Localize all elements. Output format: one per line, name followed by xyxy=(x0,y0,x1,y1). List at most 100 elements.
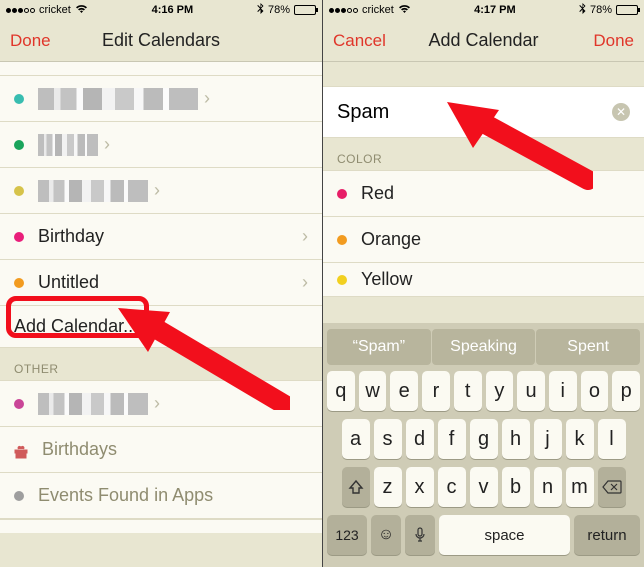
signal-dots-icon xyxy=(329,8,358,13)
key-r[interactable]: r xyxy=(422,371,450,411)
color-option-red[interactable]: Red xyxy=(323,171,644,217)
key-z[interactable]: z xyxy=(374,467,402,507)
done-button[interactable]: Done xyxy=(10,31,70,51)
key-w[interactable]: w xyxy=(359,371,387,411)
calendar-label: Birthday xyxy=(38,226,296,247)
key-x[interactable]: x xyxy=(406,467,434,507)
nav-bar: Done Edit Calendars xyxy=(0,20,322,62)
key-n[interactable]: n xyxy=(534,467,562,507)
key-h[interactable]: h xyxy=(502,419,530,459)
key-m[interactable]: m xyxy=(566,467,594,507)
status-bar: cricket 4:17 PM 78% xyxy=(323,0,644,20)
keyboard: “Spam” Speaking Spent q w e r t y u i o … xyxy=(323,323,644,567)
key-j[interactable]: j xyxy=(534,419,562,459)
redacted-label xyxy=(38,393,148,415)
screenshot-add-calendar: cricket 4:17 PM 78% Cancel Add Calendar … xyxy=(322,0,644,567)
wifi-icon xyxy=(398,4,411,17)
gift-icon xyxy=(14,443,28,457)
color-dot-icon xyxy=(14,278,24,288)
shift-key[interactable] xyxy=(342,467,370,507)
key-p[interactable]: p xyxy=(612,371,640,411)
key-s[interactable]: s xyxy=(374,419,402,459)
backspace-key[interactable] xyxy=(598,467,626,507)
key-c[interactable]: c xyxy=(438,467,466,507)
birthdays-row[interactable]: Birthdays xyxy=(0,427,322,473)
status-time: 4:17 PM xyxy=(474,4,516,16)
color-label: Red xyxy=(361,183,630,204)
bluetooth-icon xyxy=(579,3,586,17)
carrier-label: cricket xyxy=(39,4,71,16)
calendar-label: Untitled xyxy=(38,272,296,293)
events-found-row[interactable]: Events Found in Apps xyxy=(0,473,322,519)
color-label: Orange xyxy=(361,229,630,250)
birthdays-label: Birthdays xyxy=(42,439,308,460)
return-key[interactable]: return xyxy=(574,515,640,555)
color-dot-icon xyxy=(337,235,347,245)
calendar-row[interactable]: › xyxy=(0,76,322,122)
key-y[interactable]: y xyxy=(486,371,514,411)
carrier-label: cricket xyxy=(362,4,394,16)
section-header-other: OTHER xyxy=(0,348,322,381)
chevron-right-icon: › xyxy=(302,272,308,293)
key-t[interactable]: t xyxy=(454,371,482,411)
status-bar: cricket 4:16 PM 78% xyxy=(0,0,322,20)
numbers-key[interactable]: 123 xyxy=(327,515,367,555)
calendar-list: › › › Birthday › Untitled › Add Calendar… xyxy=(0,62,322,533)
key-k[interactable]: k xyxy=(566,419,594,459)
space-key[interactable]: space xyxy=(439,515,570,555)
suggestion-bar: “Spam” Speaking Spent xyxy=(327,329,640,365)
mic-icon xyxy=(414,527,426,543)
clear-input-icon[interactable]: ✕ xyxy=(612,103,630,121)
wifi-icon xyxy=(75,4,88,17)
key-e[interactable]: e xyxy=(390,371,418,411)
calendar-row-birthday[interactable]: Birthday › xyxy=(0,214,322,260)
shift-icon xyxy=(348,479,364,495)
color-dot-icon xyxy=(14,94,24,104)
page-title: Add Calendar xyxy=(393,30,574,51)
add-calendar-button[interactable]: Add Calendar... xyxy=(0,306,322,348)
chevron-right-icon: › xyxy=(302,226,308,247)
calendar-row[interactable]: › xyxy=(0,122,322,168)
events-found-label: Events Found in Apps xyxy=(38,485,308,506)
key-o[interactable]: o xyxy=(581,371,609,411)
key-l[interactable]: l xyxy=(598,419,626,459)
suggestion[interactable]: Speaking xyxy=(432,329,536,365)
input-value: Spam xyxy=(337,101,612,124)
key-a[interactable]: a xyxy=(342,419,370,459)
page-title: Edit Calendars xyxy=(70,30,252,51)
suggestion[interactable]: “Spam” xyxy=(327,329,431,365)
chevron-right-icon: › xyxy=(154,180,160,201)
done-button[interactable]: Done xyxy=(574,31,634,51)
key-b[interactable]: b xyxy=(502,467,530,507)
nav-bar: Cancel Add Calendar Done xyxy=(323,20,644,62)
cancel-button[interactable]: Cancel xyxy=(333,31,393,51)
battery-pct: 78% xyxy=(268,4,290,16)
battery-icon xyxy=(616,5,638,15)
color-option-orange[interactable]: Orange xyxy=(323,217,644,263)
calendar-row[interactable]: › xyxy=(0,381,322,427)
screenshot-edit-calendars: cricket 4:16 PM 78% Done Edit Calendars … xyxy=(0,0,322,567)
suggestion[interactable]: Spent xyxy=(536,329,640,365)
color-dot-icon xyxy=(14,140,24,150)
signal-dots-icon xyxy=(6,8,35,13)
color-dot-icon xyxy=(14,232,24,242)
chevron-right-icon: › xyxy=(204,88,210,109)
color-label: Yellow xyxy=(361,269,630,290)
calendar-row-untitled[interactable]: Untitled › xyxy=(0,260,322,306)
color-option-yellow[interactable]: Yellow xyxy=(323,263,644,297)
emoji-key[interactable]: ☺ xyxy=(371,515,401,555)
key-v[interactable]: v xyxy=(470,467,498,507)
dictation-key[interactable] xyxy=(405,515,435,555)
key-g[interactable]: g xyxy=(470,419,498,459)
color-dot-icon xyxy=(14,186,24,196)
calendar-row[interactable]: › xyxy=(0,168,322,214)
key-f[interactable]: f xyxy=(438,419,466,459)
key-u[interactable]: u xyxy=(517,371,545,411)
bluetooth-icon xyxy=(257,3,264,17)
backspace-icon xyxy=(602,480,622,494)
calendar-name-input[interactable]: Spam ✕ xyxy=(323,86,644,138)
redacted-label xyxy=(38,134,98,156)
key-i[interactable]: i xyxy=(549,371,577,411)
key-d[interactable]: d xyxy=(406,419,434,459)
key-q[interactable]: q xyxy=(327,371,355,411)
